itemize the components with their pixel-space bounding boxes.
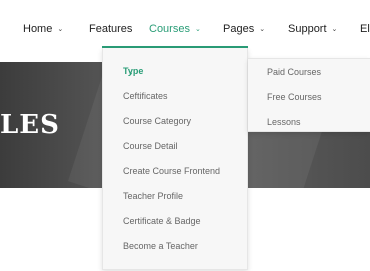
- nav-pages[interactable]: Pages ⌄: [223, 20, 265, 38]
- nav-extra[interactable]: El: [360, 20, 370, 38]
- page: Home ⌄ Features Courses ⌄ Pages ⌄ Suppor…: [0, 0, 370, 271]
- chevron-down-icon: ⌄: [194, 25, 201, 33]
- menu-item-type[interactable]: Type: [123, 66, 143, 82]
- nav-support-label: Support: [288, 23, 327, 35]
- courses-dropdown-menu: Type Ceftificates Course Category Course…: [102, 48, 248, 270]
- chevron-down-icon: ⌄: [259, 25, 266, 33]
- nav-pages-label: Pages: [223, 23, 255, 35]
- menu-item-teacher-profile[interactable]: Teacher Profile: [123, 191, 183, 207]
- nav-features[interactable]: Features: [89, 20, 132, 38]
- nav-home[interactable]: Home ⌄: [23, 20, 63, 38]
- menu-item-course-category[interactable]: Course Category: [123, 116, 191, 132]
- nav-support[interactable]: Support ⌄: [288, 20, 337, 38]
- menu-item-certificate-badge[interactable]: Certificate & Badge: [123, 216, 201, 232]
- chevron-down-icon: ⌄: [57, 25, 64, 33]
- nav-extra-label: El: [360, 23, 370, 35]
- nav-courses[interactable]: Courses ⌄: [149, 20, 201, 38]
- chevron-down-icon: ⌄: [331, 25, 338, 33]
- menu-item-course-detail[interactable]: Course Detail: [123, 141, 178, 157]
- submenu-item-paid-courses[interactable]: Paid Courses: [267, 67, 321, 77]
- nav-home-label: Home: [23, 23, 53, 35]
- menu-item-create-course-frontend[interactable]: Create Course Frontend: [123, 166, 220, 182]
- nav-features-label: Features: [89, 23, 133, 35]
- menu-item-become-a-teacher[interactable]: Become a Teacher: [123, 241, 198, 257]
- menu-item-certificates[interactable]: Ceftificates: [123, 91, 168, 107]
- type-submenu: Paid Courses Free Courses Lessons: [248, 58, 370, 132]
- chevron-right-icon: ›: [129, 68, 133, 79]
- nav-courses-label: Courses: [149, 23, 190, 35]
- hero-title: LES: [0, 110, 60, 140]
- submenu-item-lessons[interactable]: Lessons: [267, 117, 301, 127]
- submenu-item-free-courses[interactable]: Free Courses: [267, 92, 322, 102]
